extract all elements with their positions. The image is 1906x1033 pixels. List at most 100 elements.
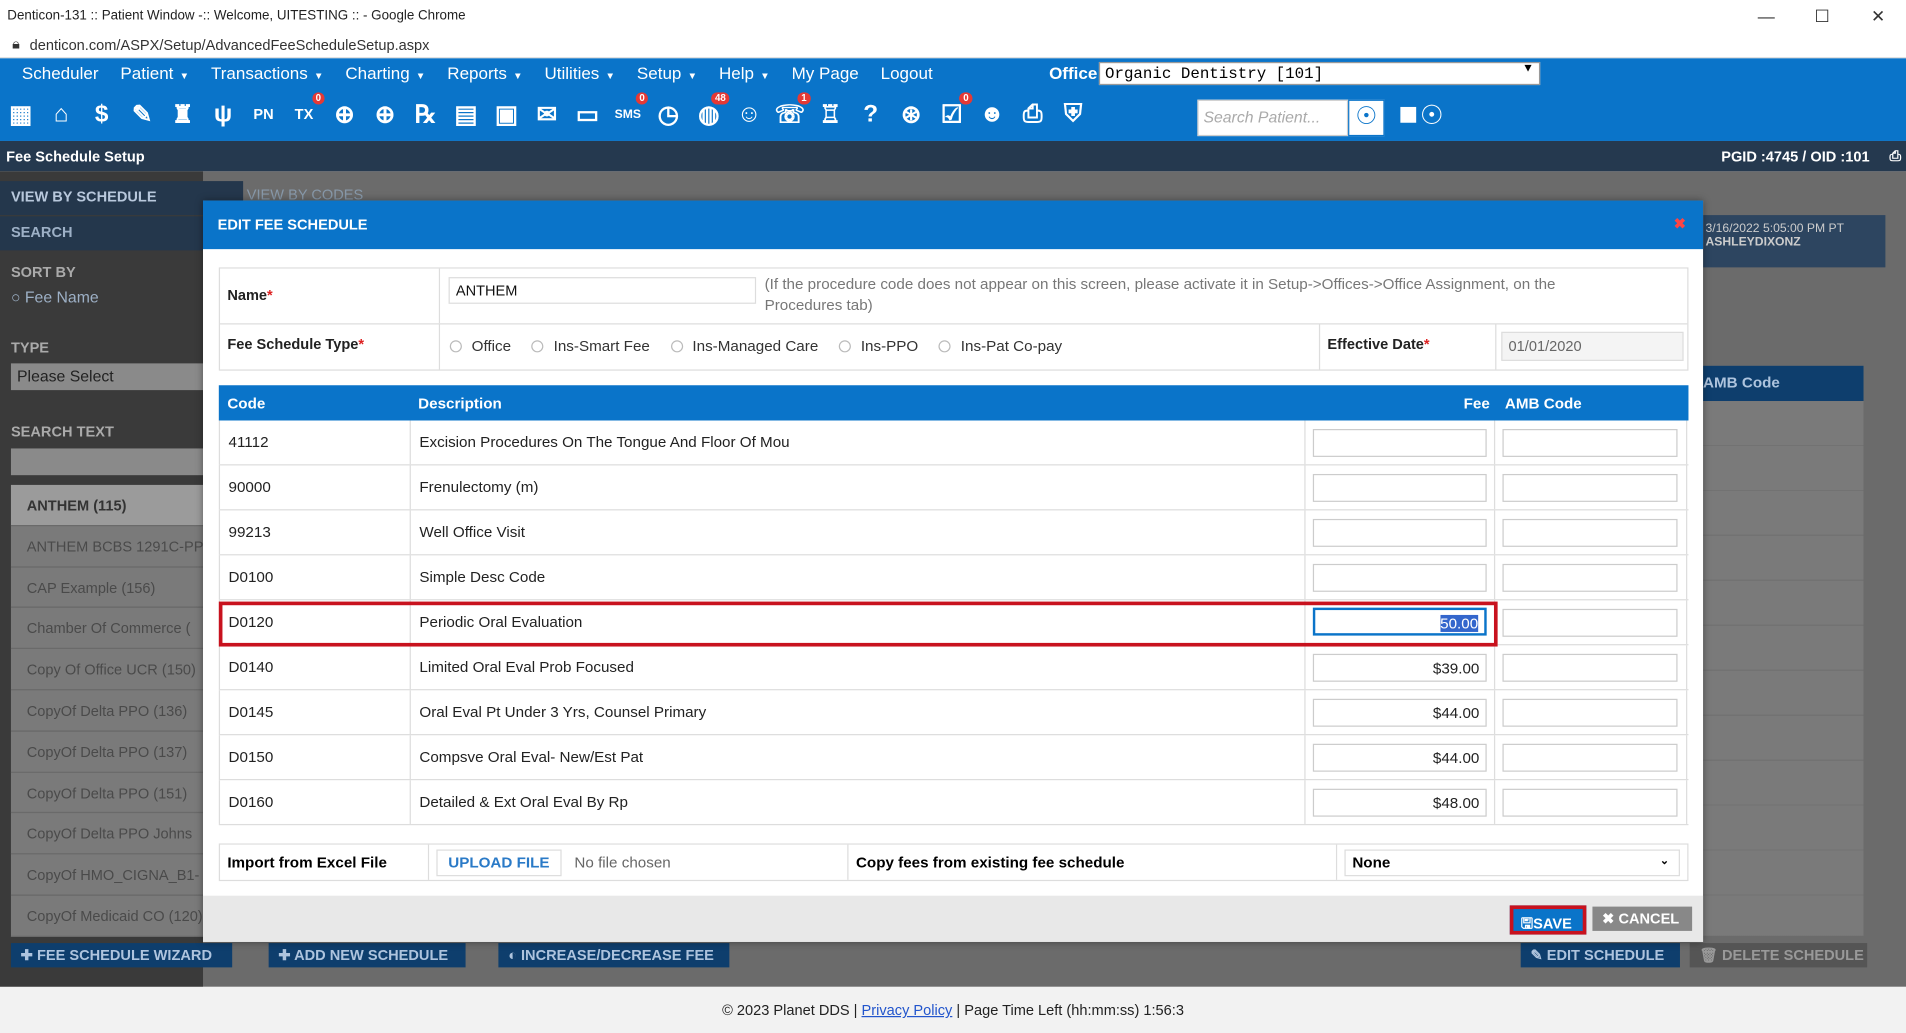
type-radio[interactable]: Ins-PPO bbox=[838, 338, 918, 355]
printer-icon[interactable]: ⎙ bbox=[1890, 147, 1902, 165]
add-family-icon[interactable]: ⊕ bbox=[368, 96, 402, 132]
upload-file-button[interactable]: UPLOAD FILE bbox=[436, 849, 562, 877]
shield-icon[interactable]: ⛨ bbox=[1056, 96, 1090, 132]
amb-code-input[interactable] bbox=[1502, 743, 1678, 772]
fee-input[interactable] bbox=[1312, 518, 1487, 547]
amb-code-input[interactable] bbox=[1502, 429, 1678, 457]
globe-icon[interactable]: ⊛ bbox=[894, 96, 928, 132]
type-radio[interactable]: Ins-Pat Co-pay bbox=[938, 338, 1062, 355]
file-chooser[interactable]: UPLOAD FILE No file chosen bbox=[429, 844, 849, 880]
schedule-list-item[interactable]: CopyOf Medicaid CO (120) bbox=[10, 895, 206, 937]
chat-icon[interactable]: ▭ bbox=[570, 96, 604, 132]
checkbox-icon[interactable] bbox=[1400, 106, 1417, 123]
calendar-icon[interactable]: ▦ bbox=[4, 96, 38, 132]
amb-code-input[interactable] bbox=[1502, 563, 1678, 592]
pn-icon[interactable]: PN bbox=[247, 96, 281, 132]
print-icon[interactable]: ⎙ bbox=[1016, 96, 1050, 132]
menu-item[interactable]: Utilities ▼ bbox=[532, 63, 624, 82]
schedule-list-item[interactable]: CopyOf Delta PPO Johns bbox=[10, 813, 206, 855]
alerts-icon[interactable]: ☏ 1 bbox=[773, 92, 811, 132]
schedule-list-item[interactable]: Chamber Of Commerce ( bbox=[10, 608, 206, 650]
rx-icon[interactable]: ℞ bbox=[408, 96, 442, 132]
type-radio[interactable]: Ins-Managed Care bbox=[670, 338, 818, 355]
fee-input[interactable]: 50.00 bbox=[1312, 607, 1487, 636]
sms-icon[interactable]: SMS 0 bbox=[611, 92, 649, 132]
menu-item[interactable]: Logout bbox=[868, 63, 942, 82]
schedule-list-item[interactable]: CopyOf Delta PPO (136) bbox=[10, 690, 206, 732]
effective-date-input[interactable]: 01/01/2020 bbox=[1501, 331, 1684, 361]
type-radio[interactable]: Office bbox=[449, 338, 511, 355]
save-button[interactable]: 🖫︎SAVE bbox=[1509, 905, 1587, 935]
schedule-list-item[interactable]: Copy Of Office UCR (150) bbox=[10, 649, 206, 691]
minimize-icon[interactable]: — bbox=[1738, 0, 1794, 32]
home-icon[interactable]: ⌂ bbox=[44, 96, 78, 132]
fee-input[interactable]: $44.00 bbox=[1312, 743, 1487, 772]
amb-code-input[interactable] bbox=[1502, 653, 1678, 682]
amb-code-input[interactable] bbox=[1502, 473, 1678, 502]
maximize-icon[interactable]: ☐ bbox=[1794, 0, 1850, 32]
tx-icon[interactable]: TX 0 bbox=[287, 92, 325, 132]
patient-search-icon[interactable]: ☉ bbox=[1348, 99, 1385, 137]
schedule-list-item[interactable]: CAP Example (156) bbox=[10, 567, 206, 609]
notes-icon[interactable]: ☑ 0 bbox=[935, 92, 973, 132]
menu-item[interactable]: Scheduler bbox=[10, 63, 109, 82]
schedule-list-item[interactable]: CopyOf Delta PPO (151) bbox=[10, 772, 206, 814]
fee-input[interactable] bbox=[1312, 473, 1487, 502]
menu-item[interactable]: Help ▼ bbox=[707, 63, 780, 82]
cancel-button[interactable]: ✖ CANCEL bbox=[1592, 906, 1693, 931]
address-bar[interactable]: 🔒︎ denticon.com/ASPX/Setup/AdvancedFeeSc… bbox=[0, 31, 1906, 59]
close-window-icon[interactable]: ✕ bbox=[1850, 0, 1906, 32]
sort-fee-name-radio[interactable]: ○ Fee Name bbox=[11, 288, 99, 306]
schedule-list-item[interactable]: CopyOf Delta PPO (137) bbox=[10, 731, 206, 773]
type-select[interactable]: Please Select bbox=[10, 363, 206, 391]
users-icon[interactable]: ☻ bbox=[975, 96, 1009, 132]
fee-input[interactable] bbox=[1312, 563, 1487, 592]
schedule-list-item[interactable]: CopyOf HMO_CIGNA_B1- bbox=[10, 854, 206, 896]
document-icon[interactable]: ▤ bbox=[449, 96, 483, 132]
fee-value: 50.00 bbox=[1440, 614, 1479, 632]
mail-icon[interactable]: ✉ bbox=[530, 96, 564, 132]
help-icon[interactable]: ? bbox=[854, 96, 888, 132]
amb-code-input[interactable] bbox=[1502, 608, 1678, 637]
amb-code-input[interactable] bbox=[1502, 518, 1678, 547]
name-input[interactable]: ANTHEM bbox=[448, 277, 757, 304]
delete-schedule-button[interactable]: 🗑︎ DELETE SCHEDULE bbox=[1689, 943, 1868, 968]
clock-icon[interactable]: ◷ bbox=[651, 96, 685, 132]
tooth-icon[interactable]: ♖ bbox=[813, 96, 847, 132]
menu-item[interactable]: My Page bbox=[779, 63, 868, 82]
fee-input[interactable]: $39.00 bbox=[1312, 653, 1487, 682]
type-radio[interactable]: Ins-Smart Fee bbox=[531, 338, 650, 355]
increase-decrease-fee-button[interactable]: ◐ INCREASE/DECREASE FEE bbox=[498, 943, 730, 968]
edit-icon[interactable]: ✎ bbox=[125, 96, 159, 132]
save-label: SAVE bbox=[1533, 915, 1572, 933]
schedule-list-item[interactable]: ANTHEM BCBS 1291C-PPO bbox=[10, 525, 206, 568]
edit-schedule-button[interactable]: ✎ EDIT SCHEDULE bbox=[1520, 943, 1680, 968]
close-icon[interactable]: ✖ bbox=[1674, 215, 1686, 232]
amb-code-input[interactable] bbox=[1502, 788, 1678, 817]
perio-icon[interactable]: ψ bbox=[206, 96, 240, 132]
fee-input[interactable] bbox=[1312, 429, 1487, 457]
privacy-policy-link[interactable]: Privacy Policy bbox=[862, 1001, 953, 1018]
amb-code-input[interactable] bbox=[1502, 698, 1678, 727]
support-icon[interactable]: ☺ bbox=[732, 96, 766, 132]
menu-item[interactable]: Reports ▼ bbox=[435, 63, 532, 82]
menu-item[interactable]: Patient ▼ bbox=[108, 63, 199, 82]
add-new-schedule-button[interactable]: ✚ ADD NEW SCHEDULE bbox=[268, 943, 466, 968]
office-select[interactable]: Organic Dentistry [101] ▼ bbox=[1098, 61, 1541, 86]
dollar-icon[interactable]: $ bbox=[85, 96, 119, 132]
fee-input[interactable]: $48.00 bbox=[1312, 788, 1487, 817]
tooth-chart-icon[interactable]: ♜ bbox=[166, 96, 200, 132]
group-search-icon[interactable]: ☉ bbox=[1420, 100, 1444, 132]
copy-fees-select[interactable]: None ⌄ bbox=[1338, 845, 1688, 880]
menu-item[interactable]: Setup ▼ bbox=[625, 63, 707, 82]
search-patient-input[interactable]: Search Patient... bbox=[1197, 99, 1349, 137]
schedule-list-item[interactable]: ANTHEM (115) bbox=[10, 484, 206, 526]
menu-item[interactable]: Charting ▼ bbox=[333, 63, 435, 82]
add-patient-icon[interactable]: ⊕ bbox=[327, 96, 361, 132]
fax-icon[interactable]: ▣ bbox=[489, 96, 523, 132]
menu-item[interactable]: Transactions ▼ bbox=[199, 63, 333, 82]
web-icon[interactable]: ◍ 48 bbox=[692, 92, 730, 132]
fee-schedule-wizard-button[interactable]: ✚ FEE SCHEDULE WIZARD bbox=[10, 943, 233, 968]
search-text-input[interactable] bbox=[10, 448, 206, 476]
fee-input[interactable]: $44.00 bbox=[1312, 698, 1487, 727]
